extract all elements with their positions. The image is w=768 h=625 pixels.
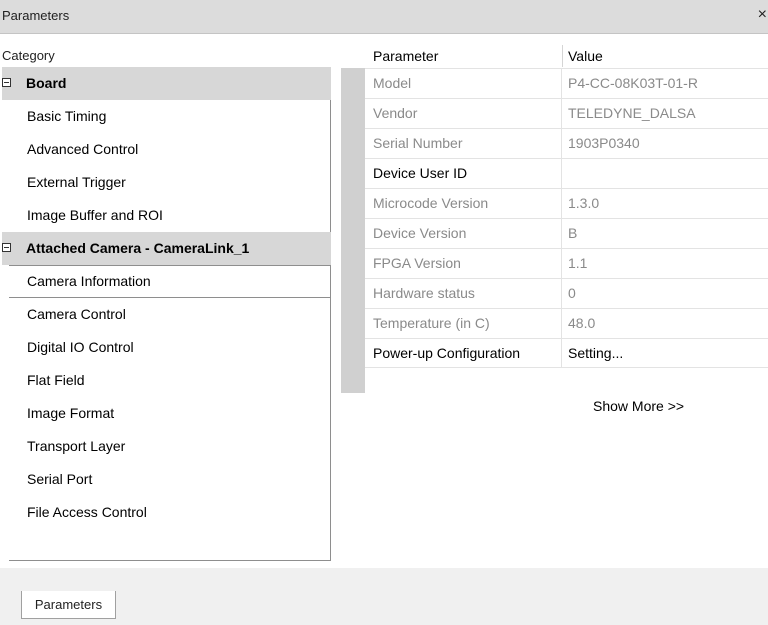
- category-label: Advanced Control: [27, 141, 139, 157]
- parameter-name: Temperature (in C): [373, 309, 562, 338]
- category-label: Attached Camera - CameraLink_1: [26, 240, 250, 256]
- parameter-value: 1.1: [568, 255, 588, 271]
- parameter-name: Microcode Version: [373, 189, 562, 218]
- category-label: Camera Control: [27, 306, 126, 322]
- parameter-row[interactable]: Model P4-CC-08K03T-01-R: [365, 68, 768, 98]
- category-label: Camera Information: [27, 273, 151, 289]
- window-title: Parameters: [2, 8, 70, 23]
- value-column-header[interactable]: Value: [568, 45, 603, 67]
- category-list: Board Basic Timing Advanced Control Externa…: [2, 67, 331, 561]
- category-label: Transport Layer: [27, 438, 126, 454]
- parameter-row[interactable]: Device Version B: [365, 218, 768, 248]
- category-item[interactable]: Camera Information: [9, 265, 331, 298]
- category-item[interactable]: Transport Layer: [9, 430, 331, 463]
- category-group[interactable]: Attached Camera - CameraLink_1: [2, 232, 331, 265]
- splitter: [331, 34, 341, 568]
- category-label: Flat Field: [27, 372, 85, 388]
- parameter-row[interactable]: FPGA Version 1.1: [365, 248, 768, 278]
- category-label: Board: [26, 75, 67, 91]
- parameter-row[interactable]: Power-up Configuration Setting...: [365, 338, 768, 368]
- category-item[interactable]: Basic Timing: [9, 100, 331, 133]
- parameter-name: Serial Number: [373, 129, 562, 158]
- row-gutter: [341, 68, 365, 393]
- close-icon[interactable]: ×: [758, 6, 767, 24]
- category-header: Category: [0, 45, 336, 67]
- parameter-row[interactable]: Temperature (in C) 48.0: [365, 308, 768, 338]
- parameter-grid: Parameter Value Model P4-CC-08K03T-01-R Ve…: [341, 45, 768, 561]
- category-item[interactable]: Camera Control: [9, 298, 331, 331]
- category-label: Image Format: [27, 405, 115, 421]
- category-label: File Access Control: [27, 504, 147, 520]
- title-bar: Parameters ×: [0, 0, 768, 34]
- category-label: Basic Timing: [27, 108, 107, 124]
- collapse-icon[interactable]: [2, 78, 11, 87]
- parameter-name: Model: [373, 69, 562, 98]
- parameter-row[interactable]: Hardware status 0: [365, 278, 768, 308]
- category-label: Image Buffer and ROI: [27, 207, 163, 223]
- parameter-column-header[interactable]: Parameter: [373, 45, 563, 67]
- collapse-icon[interactable]: [2, 243, 11, 252]
- grid-header: Parameter Value: [341, 45, 768, 68]
- category-item[interactable]: External Trigger: [9, 166, 331, 199]
- parameter-value: 0: [568, 285, 576, 301]
- parameter-name: Vendor: [373, 99, 562, 128]
- category-label: Digital IO Control: [27, 339, 134, 355]
- category-group[interactable]: Board: [2, 67, 331, 100]
- category-label: External Trigger: [27, 174, 126, 190]
- category-item[interactable]: File Access Control: [9, 496, 331, 529]
- category-item[interactable]: Image Buffer and ROI: [9, 199, 331, 232]
- parameter-value: 1903P0340: [568, 135, 640, 151]
- category-item[interactable]: Advanced Control: [9, 133, 331, 166]
- parameter-name: Power-up Configuration: [373, 339, 562, 368]
- bottom-tab-strip: Parameters: [0, 591, 768, 625]
- parameters-panel: Category Board Basic Timing Advanced Contr…: [0, 34, 768, 568]
- parameter-value: 1.3.0: [568, 195, 600, 211]
- parameter-name: Hardware status: [373, 279, 562, 308]
- tab-parameters[interactable]: Parameters: [21, 591, 116, 619]
- category-label: Serial Port: [27, 471, 93, 487]
- category-item[interactable]: Flat Field: [9, 364, 331, 397]
- parameter-name: Device Version: [373, 219, 562, 248]
- parameter-value: 48.0: [568, 315, 596, 331]
- parameter-row[interactable]: Vendor TELEDYNE_DALSA: [365, 98, 768, 128]
- parameter-value[interactable]: Setting...: [568, 339, 623, 368]
- parameter-name: Device User ID: [373, 159, 562, 188]
- category-item[interactable]: Image Format: [9, 397, 331, 430]
- parameter-row[interactable]: Microcode Version 1.3.0: [365, 188, 768, 218]
- category-item[interactable]: Serial Port: [9, 463, 331, 496]
- parameter-value: P4-CC-08K03T-01-R: [568, 75, 698, 91]
- show-more-link[interactable]: Show More >>: [593, 393, 684, 419]
- parameter-value: B: [568, 225, 578, 241]
- parameter-name: FPGA Version: [373, 249, 562, 278]
- parameter-value: TELEDYNE_DALSA: [568, 105, 696, 121]
- parameter-row[interactable]: Serial Number 1903P0340: [365, 128, 768, 158]
- category-item[interactable]: Digital IO Control: [9, 331, 331, 364]
- parameter-row[interactable]: Device User ID: [365, 158, 768, 188]
